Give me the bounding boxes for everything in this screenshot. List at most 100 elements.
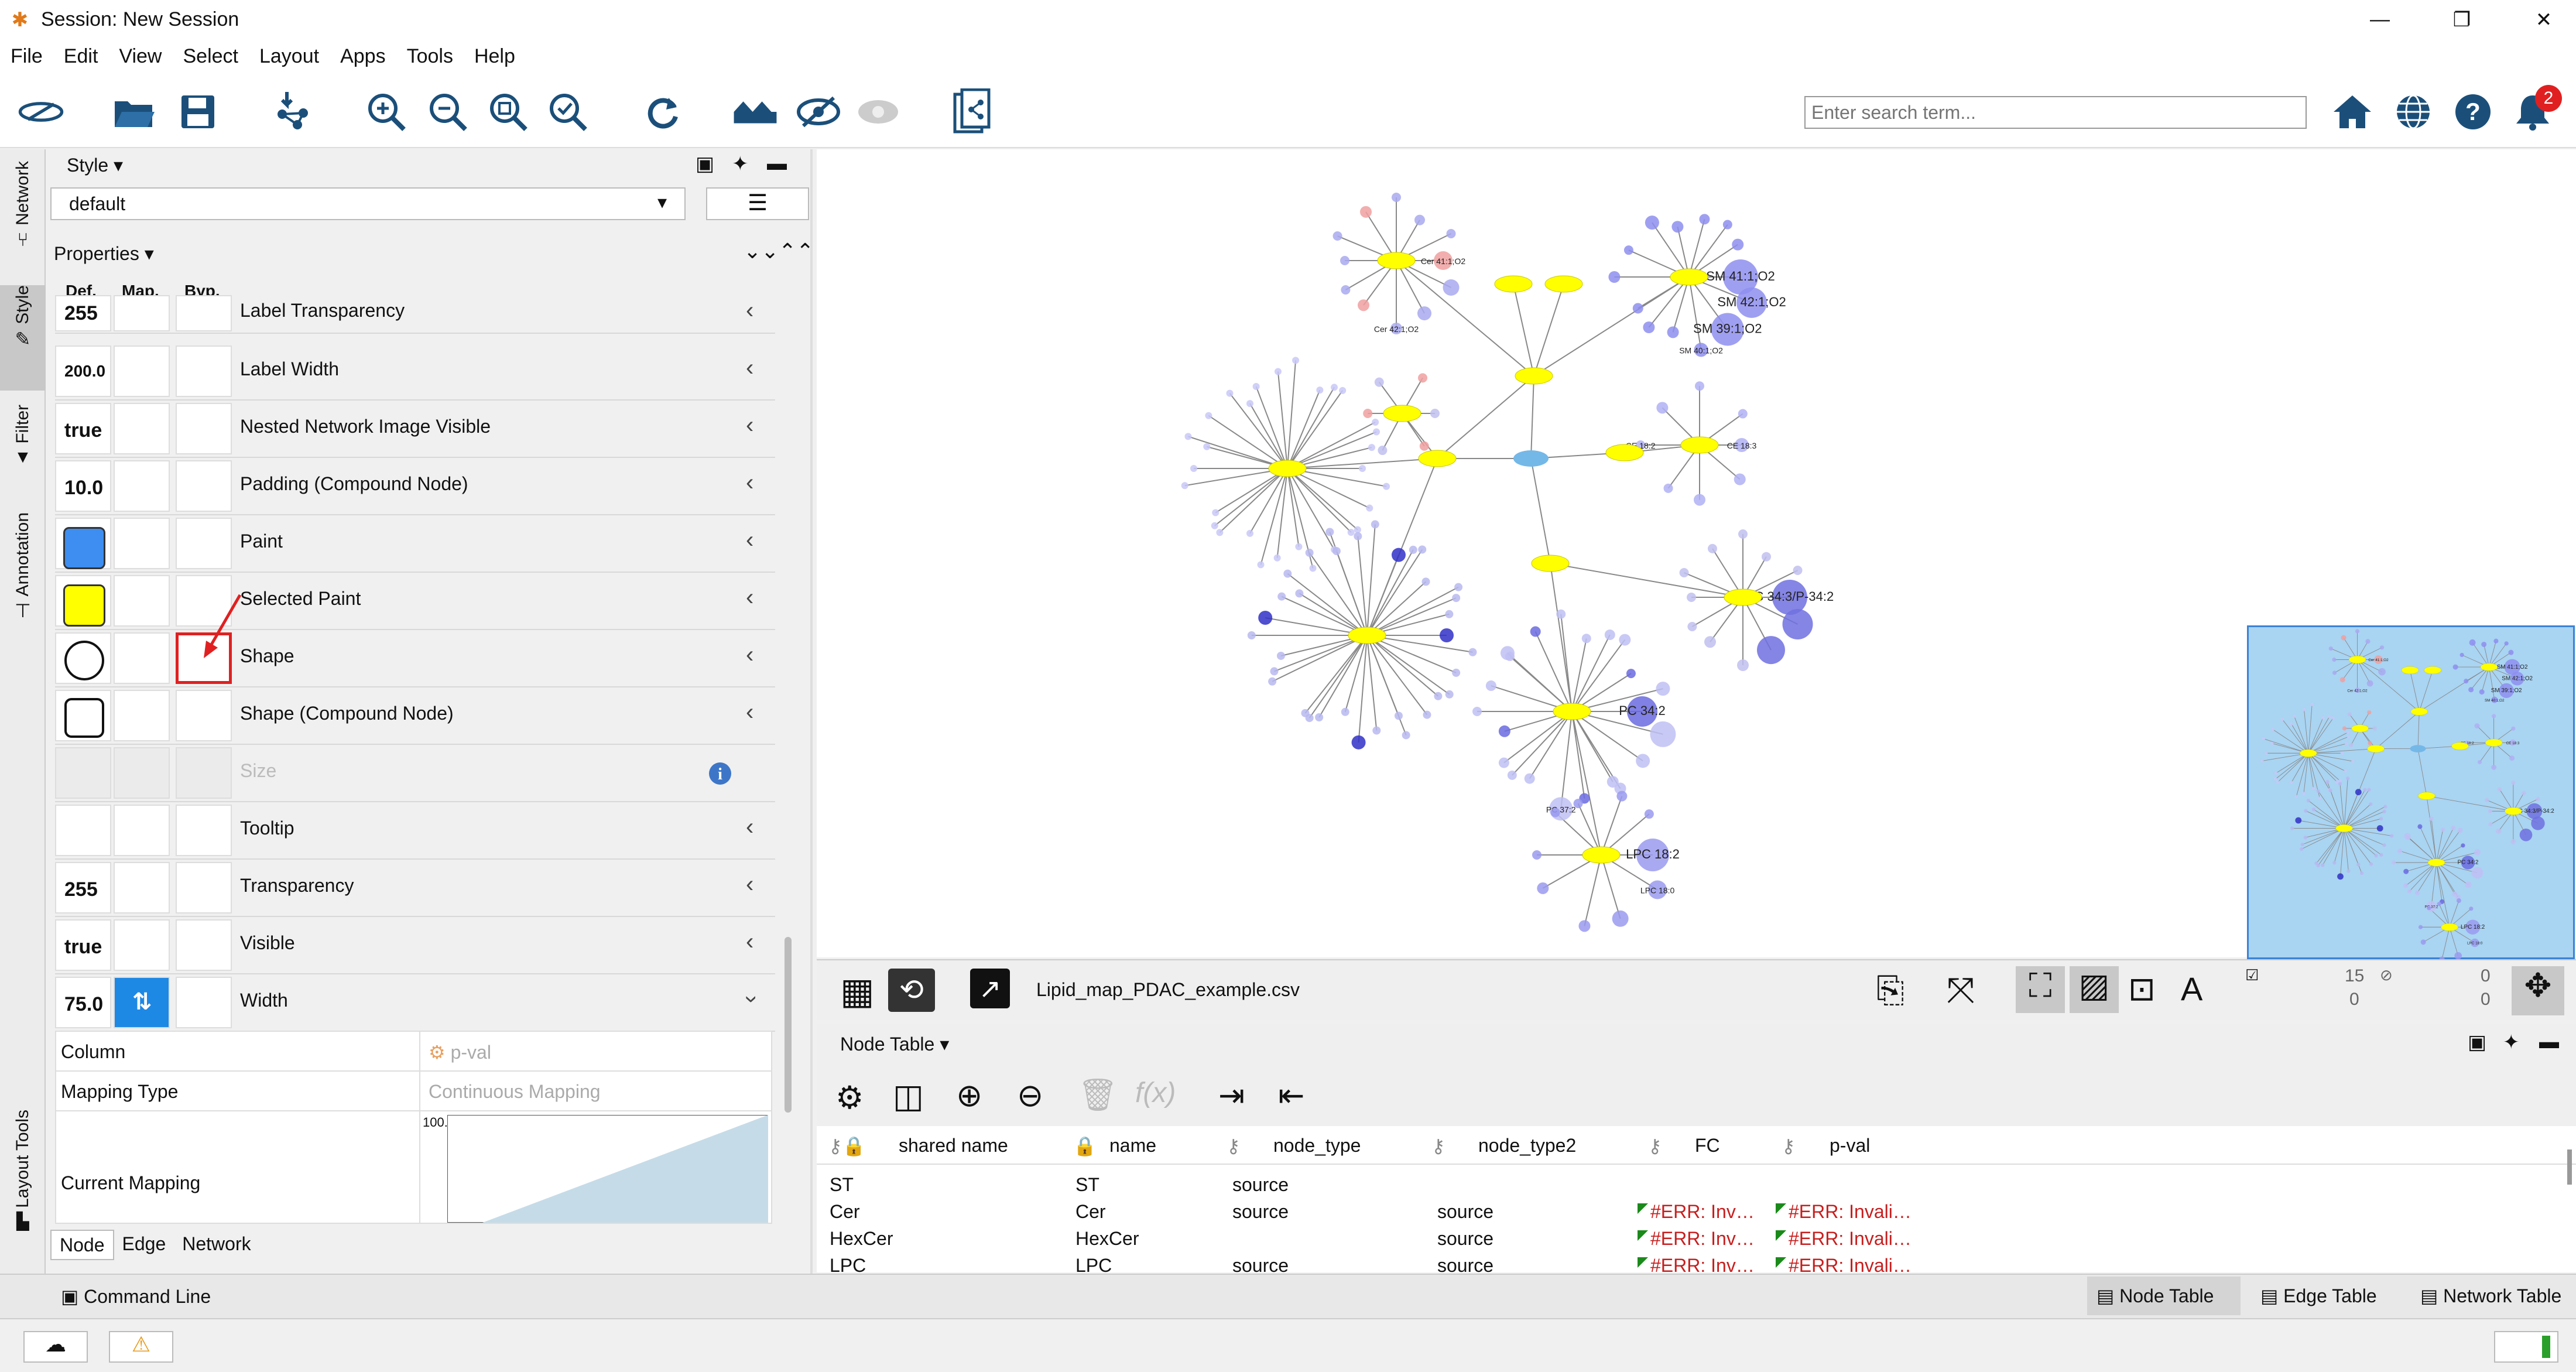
lipid-node[interactable] <box>2303 836 2307 840</box>
lipid-node[interactable] <box>2347 735 2350 738</box>
lipid-node[interactable] <box>1667 326 1679 338</box>
lipid-node[interactable] <box>1738 529 1748 539</box>
menu-edit[interactable]: Edit <box>53 45 109 68</box>
byp-cell[interactable] <box>176 977 232 1028</box>
lipid-node[interactable] <box>2311 808 2316 812</box>
lipid-node[interactable] <box>1301 709 1310 717</box>
node-table-menu[interactable]: Node Table ▾ <box>840 1033 949 1055</box>
lipid-node[interactable] <box>2465 881 2472 888</box>
lipid-node[interactable] <box>2404 833 2411 840</box>
lipid-node[interactable] <box>2407 889 2412 894</box>
class-hub-node-pco[interactable] <box>2505 807 2522 815</box>
lipid-node[interactable] <box>1573 799 1583 809</box>
cell-name[interactable]: HexCer <box>1075 1228 1139 1250</box>
lipid-node[interactable] <box>1216 529 1224 536</box>
cell-shared-name[interactable]: Cer <box>830 1201 860 1223</box>
class-hub-node-ce[interactable] <box>1680 436 1719 454</box>
lipid-node[interactable] <box>1454 583 1463 591</box>
lipid-node[interactable] <box>1695 381 1704 391</box>
lipid-node[interactable] <box>2274 771 2278 775</box>
lipid-node[interactable] <box>1212 509 1220 516</box>
lipid-node[interactable] <box>2452 664 2458 670</box>
lipid-node[interactable] <box>2379 817 2383 821</box>
lipid-node[interactable] <box>2300 842 2304 847</box>
lipid-node[interactable] <box>2469 639 2476 646</box>
select-nodes-icon[interactable]: ⛶ <box>2016 966 2065 1013</box>
style-panel-scrollbar[interactable] <box>785 937 792 1113</box>
table-row[interactable]: Cer Cer source source #ERR: Inv… #ERR: I… <box>817 1201 2576 1228</box>
lipid-node[interactable] <box>1619 634 1631 646</box>
chevron-left-icon[interactable]: ‹ <box>746 470 753 496</box>
lipid-node[interactable] <box>1358 299 1369 312</box>
lipid-node[interactable] <box>2392 860 2396 865</box>
cell-fc[interactable]: #ERR: Inv… <box>1638 1201 1755 1223</box>
hide-selected-icon[interactable] <box>795 88 842 135</box>
expand-all-icon[interactable]: ⌃⌃ <box>779 239 814 264</box>
lipid-node[interactable] <box>1722 220 1732 230</box>
chevron-left-icon[interactable]: ‹ <box>746 527 753 553</box>
lipid-node[interactable] <box>1734 473 1746 485</box>
lipid-node[interactable] <box>2469 906 2474 911</box>
save-icon[interactable] <box>174 88 221 135</box>
root-node[interactable] <box>1513 450 1549 467</box>
prop-row-padding[interactable]: 10.0 Padding (Compound Node) ‹ <box>55 458 775 515</box>
lipid-node[interactable] <box>1247 631 1256 639</box>
lipid-node[interactable] <box>1273 554 1281 562</box>
lipid-node[interactable] <box>2306 798 2311 803</box>
chevron-left-icon[interactable]: ‹ <box>746 871 753 898</box>
lipid-node[interactable] <box>2376 825 2383 832</box>
fit-content-icon[interactable]: ⤧ <box>1947 970 1975 1011</box>
map-cell[interactable] <box>114 919 170 971</box>
map-cell[interactable] <box>114 805 170 856</box>
lipid-node[interactable] <box>2379 853 2383 857</box>
cell-shared-name[interactable]: ST <box>830 1174 854 1196</box>
lipid-node[interactable] <box>1452 668 1461 677</box>
lipid-node[interactable] <box>2367 710 2372 715</box>
lipid-node[interactable] <box>1391 548 1406 562</box>
chevron-left-icon[interactable]: ‹ <box>746 929 753 955</box>
class-hub-node-pco[interactable] <box>1724 589 1762 606</box>
lipid-node[interactable] <box>2271 727 2274 731</box>
lipid-node[interactable] <box>2321 716 2325 720</box>
lipid-node[interactable] <box>2437 902 2441 906</box>
select-edges-icon[interactable]: ▨ <box>2070 966 2119 1013</box>
lipid-node[interactable] <box>1295 543 1303 550</box>
lipid-node[interactable] <box>1443 279 1460 296</box>
lipid-node[interactable] <box>2488 822 2493 827</box>
lipid-node[interactable] <box>1644 809 1654 819</box>
class-hub-node-sl[interactable] <box>1515 367 1553 385</box>
function-builder-icon[interactable]: f(x) <box>1135 1077 1176 1109</box>
lipid-node[interactable] <box>1793 566 1803 575</box>
def-cell[interactable]: 10.0 <box>55 460 111 512</box>
lipid-node[interactable] <box>2365 639 2371 644</box>
open-folder-icon[interactable] <box>110 88 157 135</box>
lipid-node[interactable] <box>1645 215 1659 230</box>
lipid-node[interactable] <box>2418 925 2423 929</box>
lipid-node[interactable] <box>1732 238 1744 251</box>
lipid-node[interactable] <box>1246 529 1253 537</box>
lipid-node[interactable] <box>2337 873 2344 880</box>
lipid-node[interactable] <box>1636 754 1650 768</box>
table-scrollbar[interactable] <box>2567 1149 2572 1185</box>
prop-row-shape-compound[interactable]: Shape (Compound Node) ‹ <box>55 687 775 745</box>
lipid-node[interactable] <box>1292 357 1300 364</box>
col-fc[interactable]: FC <box>1695 1135 1720 1157</box>
class-hub-node-pl[interactable] <box>2367 745 2385 753</box>
lipid-node[interactable] <box>1656 682 1670 696</box>
lipid-node[interactable] <box>1257 561 1265 569</box>
refresh-icon[interactable] <box>639 88 686 135</box>
lipid-node[interactable] <box>1315 713 1324 722</box>
class-hub-node-gpl[interactable] <box>2418 792 2435 800</box>
lipid-node[interactable] <box>1366 504 1373 512</box>
lipid-node[interactable] <box>2321 863 2325 867</box>
mapping-type-value[interactable]: Continuous Mapping <box>429 1081 601 1103</box>
lipid-node[interactable] <box>2295 817 2302 824</box>
lipid-node[interactable] <box>1524 773 1535 784</box>
tab-node[interactable]: Node <box>50 1230 114 1260</box>
lipid-node[interactable] <box>2331 716 2335 720</box>
table-row[interactable]: HexCer HexCer source #ERR: Inv… #ERR: In… <box>817 1228 2576 1255</box>
lipid-node[interactable] <box>1419 441 1429 451</box>
lipid-node[interactable] <box>2508 649 2514 655</box>
lipid-node[interactable] <box>1643 321 1655 334</box>
lipid-node[interactable] <box>1762 552 1771 562</box>
